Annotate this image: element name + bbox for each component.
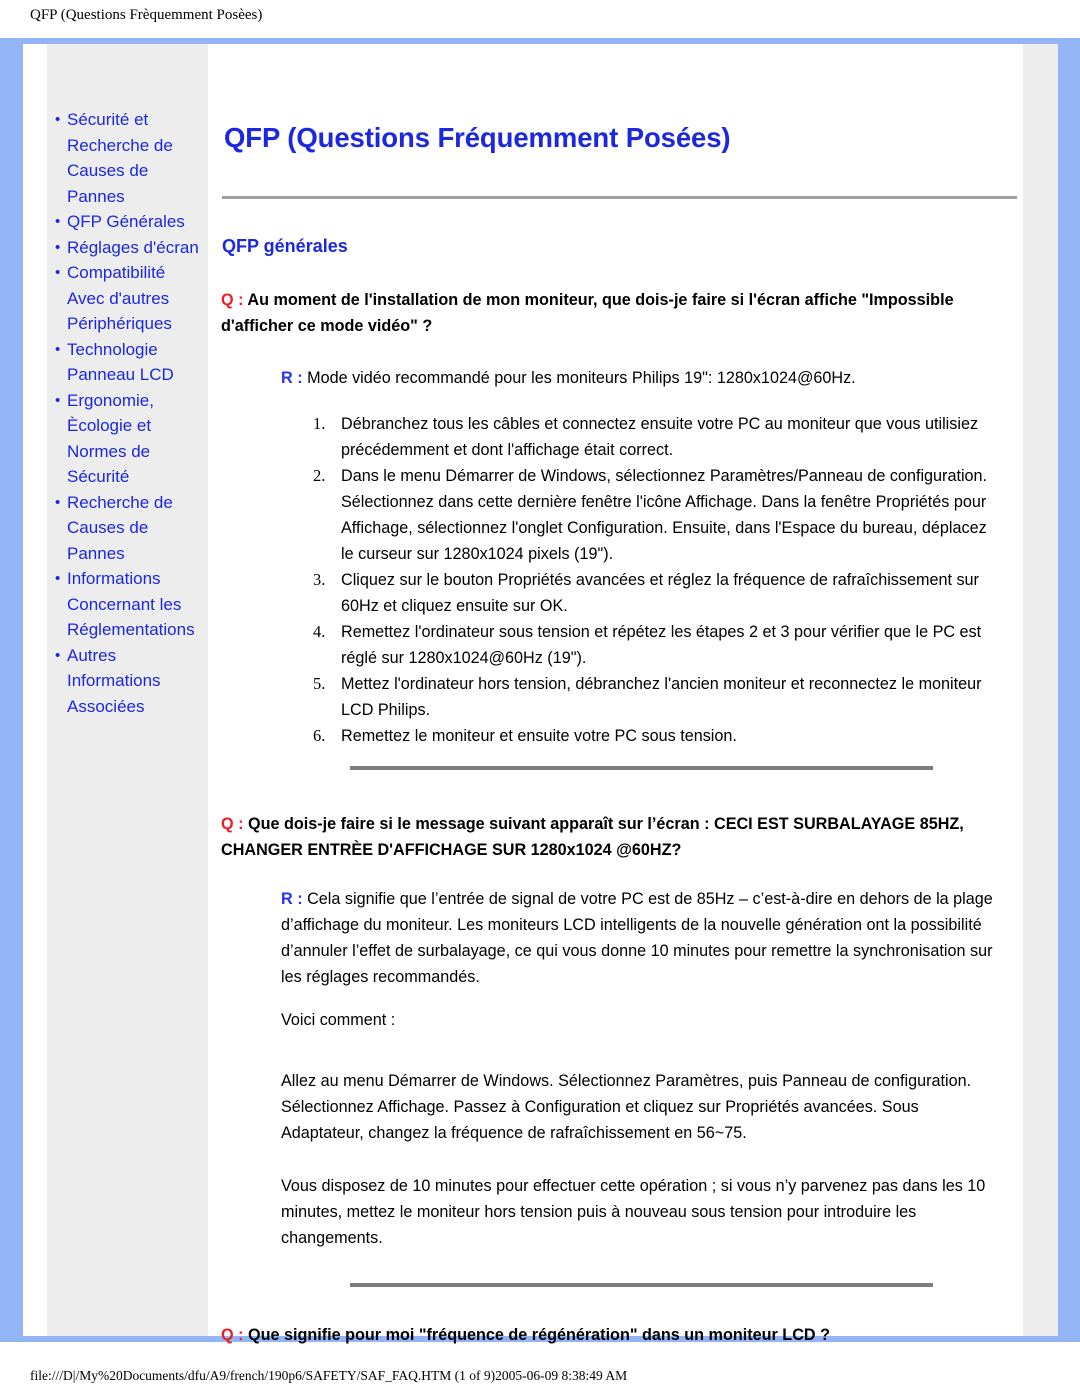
answer-2-text: Cela signifie que l’entrée de signal de … [281,890,993,986]
qa-steps-1: Débranchez tous les câbles et connectez … [208,411,1020,749]
answer-2: R : Cela signifie que l’entrée de signal… [208,886,1020,990]
qa-extra-2c: Vous disposez de 10 minutes pour effectu… [208,1173,1020,1251]
browser-print-header: QFP (Questions Frèquemment Posèes) [30,7,263,23]
paragraph-timing: Vous disposez de 10 minutes pour effectu… [281,1177,986,1247]
sidebar-item-autres-informations[interactable]: Autres Informations Associées [55,643,202,720]
answer-colon: : [292,890,308,908]
question-marker: Q [221,291,234,309]
page-inner: Sécurité et Recherche de Causes de Panne… [23,44,1058,1344]
qa-block-3: Q : Que signifie pour moi "fréquence de … [208,1322,1020,1348]
sidebar-item-ergonomie-ecologie-normes[interactable]: Ergonomie, Ècologie et Normes de Sécurit… [55,388,202,490]
list-item: Débranchez tous les câbles et connectez … [313,411,979,459]
question-3: Q : Que signifie pour moi "fréquence de … [208,1322,1020,1348]
sidebar-nav-list: Sécurité et Recherche de Causes de Panne… [47,107,208,719]
divider-top [222,196,1017,199]
sidebar-item-technologie-panneau-lcd[interactable]: Technologie Panneau LCD [55,337,202,388]
divider-between-q2-q3 [350,1283,933,1287]
page-title: QFP (Questions Fréquemment Posées) [224,122,731,153]
answer-1: R : Mode vidéo recommandé pour les monit… [208,365,1020,391]
sidebar-item-qfp-generales[interactable]: QFP Générales [55,209,202,235]
main-content: QFP (Questions Fréquemment Posées) QFP g… [208,44,1020,1344]
section-title-qfp-generales: QFP générales [222,236,348,256]
right-gutter [1020,44,1058,1336]
qa-extra-2a: Voici comment : [208,1007,1020,1033]
question-colon: : [233,815,248,833]
list-item: Dans le menu Démarrer de Windows, sélect… [313,463,988,563]
paragraph-voici-comment: Voici comment : [281,1011,396,1029]
paragraph-instructions: Allez au menu Démarrer de Windows. Sélec… [281,1072,972,1142]
question-colon: : [233,1326,248,1344]
answer-marker: R [281,890,293,908]
sidebar-item-informations-reglementations[interactable]: Informations Concernant les Réglementati… [55,566,202,643]
sidebar: Sécurité et Recherche de Causes de Panne… [47,44,208,1336]
question-2: Q : Que dois-je faire si le message suiv… [208,811,1020,863]
question-colon: : [233,291,248,309]
question-1: Q : Au moment de l'installation de mon m… [208,287,1020,339]
list-item: Mettez l'ordinateur hors tension, débran… [313,671,982,719]
answer-1-text: Mode vidéo recommandé pour les moniteurs… [307,369,856,387]
divider-between-q1-q2 [350,766,933,770]
qa-block-1: Q : Au moment de l'installation de mon m… [208,287,1020,339]
browser-print-footer: file:///D|/My%20Documents/dfu/A9/french/… [30,1368,628,1383]
question-1-text: Au moment de l'installation de mon monit… [221,291,954,335]
qa-answer-2: R : Cela signifie que l’entrée de signal… [208,886,1020,990]
question-2-text: Que dois-je faire si le message suivant … [221,815,964,859]
page-frame: Sécurité et Recherche de Causes de Panne… [0,38,1080,1344]
question-marker: Q [221,1326,234,1344]
question-marker: Q [221,815,234,833]
list-item: Remettez l'ordinateur sous tension et ré… [313,619,982,667]
sidebar-item-recherche-causes-pannes[interactable]: Recherche de Causes de Pannes [55,490,202,567]
sidebar-item-compatibilite[interactable]: Compatibilité Avec d'autres Périphérique… [55,260,202,337]
sidebar-item-reglages-decran[interactable]: Réglages d'écran [55,235,202,261]
qa-block-2: Q : Que dois-je faire si le message suiv… [208,811,1020,863]
qa-extra-2b: Allez au menu Démarrer de Windows. Sélec… [208,1068,1020,1146]
answer-marker: R [281,369,293,387]
steps-list: Débranchez tous les câbles et connectez … [208,411,1020,749]
list-item: Remettez le moniteur et ensuite votre PC… [313,723,737,749]
qa-answer-1: R : Mode vidéo recommandé pour les monit… [208,365,1020,391]
list-item: Cliquez sur le bouton Propriétés avancée… [313,567,979,615]
question-3-text: Que signifie pour moi "fréquence de régé… [247,1326,830,1344]
answer-colon: : [292,369,308,387]
sidebar-item-securite-recherche[interactable]: Sécurité et Recherche de Causes de Panne… [55,107,202,209]
